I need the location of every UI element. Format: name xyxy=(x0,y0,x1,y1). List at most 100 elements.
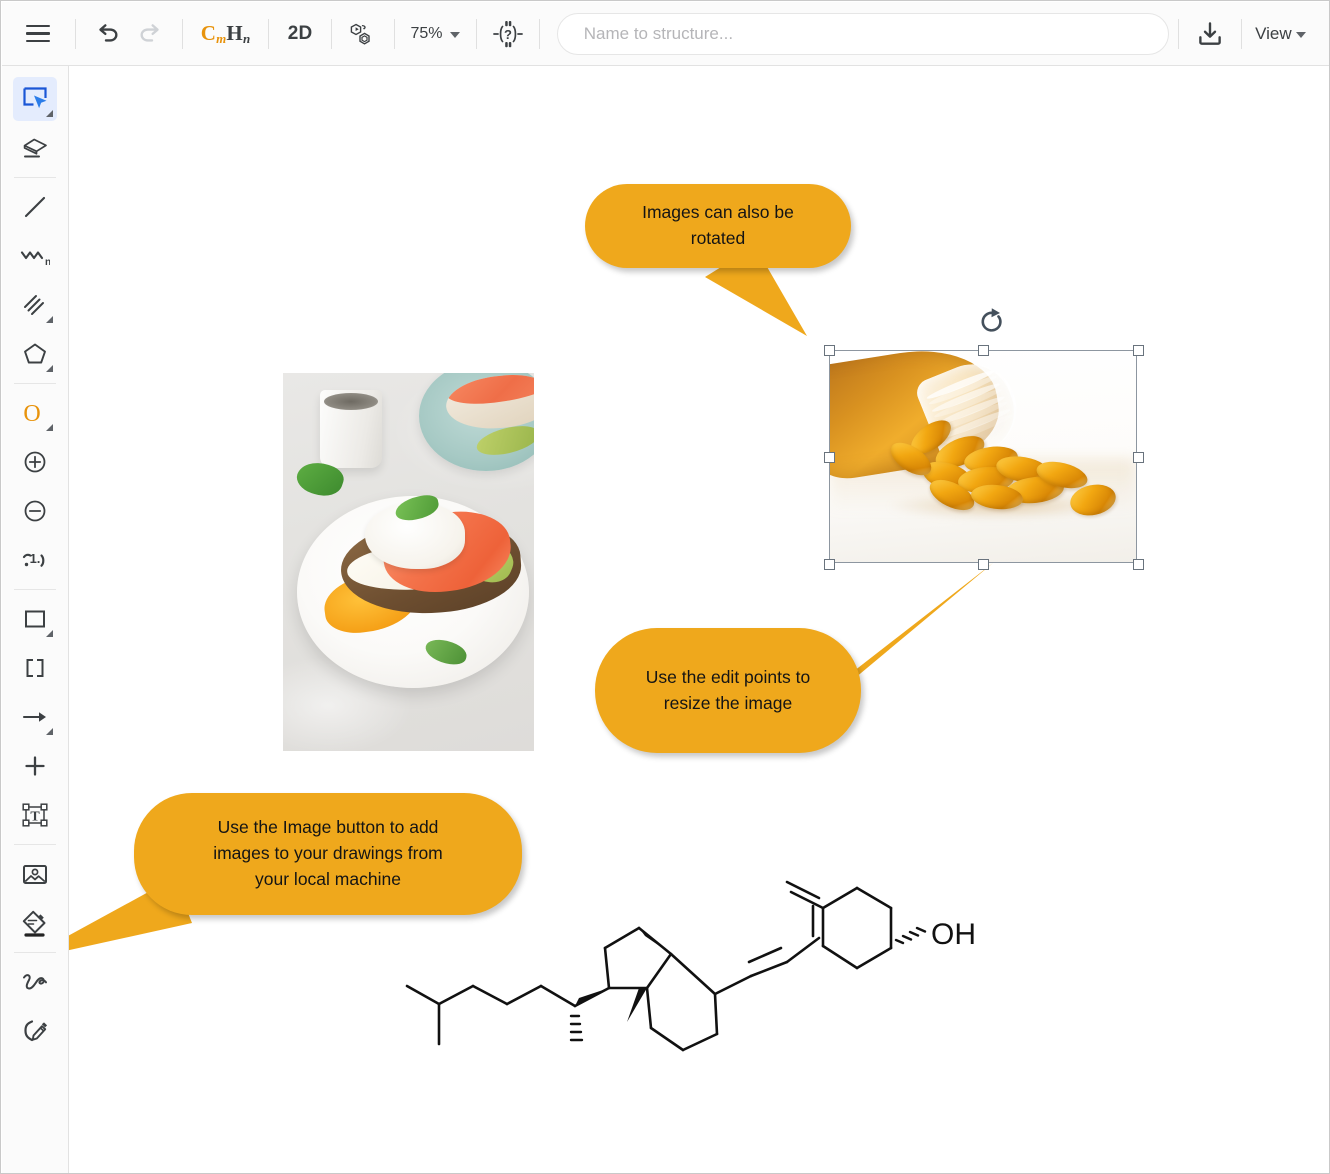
sidebar-divider xyxy=(14,952,56,953)
ceramic-cup xyxy=(320,390,382,468)
toolbar-divider xyxy=(1240,18,1242,49)
two-d-label: 2D xyxy=(287,22,313,44)
molecule-hashed-bonds xyxy=(569,926,927,1042)
toolbar-divider xyxy=(394,18,396,49)
callout-image-button-bubble: Use the Image button to add images to yo… xyxy=(134,793,522,915)
query-atom-button[interactable]: ? xyxy=(486,12,530,56)
sidebar-divider xyxy=(14,589,56,590)
chevron-down-icon xyxy=(450,31,461,38)
sidebar-item-rectangle-tool[interactable] xyxy=(13,597,57,641)
query-atom-icon: ? xyxy=(492,20,523,47)
tool-options-corner-icon xyxy=(46,316,53,323)
sidebar-item-ring-tool[interactable] xyxy=(13,332,57,376)
name-to-structure-input[interactable] xyxy=(556,12,1169,55)
download-button[interactable] xyxy=(1188,12,1232,56)
two-d-button[interactable]: 2D xyxy=(278,12,322,56)
image-picture-icon xyxy=(23,865,47,884)
pen-edit-icon xyxy=(24,1020,48,1042)
tool-options-corner-icon xyxy=(46,728,53,735)
app-window: CmHn 2D 75% ? Name to structure... View … xyxy=(0,0,1330,1174)
tool-options-corner-icon xyxy=(46,424,53,431)
formula-button[interactable]: CmHn xyxy=(192,12,259,56)
toolbar-divider xyxy=(182,18,183,49)
undo-button[interactable] xyxy=(85,12,129,56)
sidebar-item-eraser-tool[interactable] xyxy=(13,126,57,170)
resize-handle-middle-right[interactable] xyxy=(1133,452,1144,463)
hydroxyl-label: OH xyxy=(931,918,976,951)
callout-image-button-text: Use the Image button to add images to yo… xyxy=(213,817,443,889)
toolbar-divider xyxy=(538,18,540,49)
tool-options-corner-icon xyxy=(46,110,53,117)
brackets-icon xyxy=(26,659,44,677)
svg-text:1.: 1. xyxy=(30,551,41,566)
text-box-t-icon: T xyxy=(22,803,48,827)
eraser-icon xyxy=(23,138,47,158)
callout-resize-text: Use the edit points to resize the image xyxy=(645,666,811,713)
paint-bucket-icon xyxy=(22,910,46,937)
select-rectangle-cursor-icon xyxy=(23,87,47,109)
svg-text:n: n xyxy=(45,257,50,268)
sidebar-item-pen-tool[interactable] xyxy=(13,1009,57,1053)
resize-handle-top-left[interactable] xyxy=(824,345,835,356)
minus-circle-icon xyxy=(24,500,46,522)
sidebar-item-multi-bond-tool[interactable] xyxy=(13,283,57,327)
resize-handle-middle-left[interactable] xyxy=(824,452,835,463)
oxygen-atom-o-icon: O xyxy=(23,401,40,427)
sidebar-item-text-tool[interactable]: T xyxy=(13,793,57,837)
sidebar-divider xyxy=(14,383,56,384)
sidebar-item-shape-fill-tool[interactable] xyxy=(13,901,57,945)
redo-arrow-icon xyxy=(140,23,159,42)
sidebar-item-image-tool[interactable] xyxy=(13,852,57,896)
sidebar-item-select-tool[interactable] xyxy=(13,77,57,121)
sidebar-item-atom-number-tool[interactable]: 1. xyxy=(13,538,57,582)
rotate-handle[interactable] xyxy=(975,305,1009,339)
tool-options-corner-icon xyxy=(46,365,53,372)
resize-handle-top-center[interactable] xyxy=(978,345,989,356)
sidebar-divider xyxy=(14,844,56,845)
sidebar-item-freehand-tool[interactable] xyxy=(13,960,57,1004)
view-menu-button[interactable]: View xyxy=(1251,12,1312,56)
redo-button[interactable] xyxy=(129,12,173,56)
image-selection-frame[interactable] xyxy=(824,345,1144,570)
zoom-level-button[interactable]: 75% xyxy=(404,12,467,56)
atom-numbering-icon: 1. xyxy=(22,551,45,567)
squiggle-freehand-icon xyxy=(23,974,47,990)
callout-rotate-text: Images can also be rotated xyxy=(642,202,794,248)
resize-handle-bottom-left[interactable] xyxy=(824,559,835,570)
svg-text:?: ? xyxy=(504,27,512,42)
resize-handle-bottom-right[interactable] xyxy=(1133,559,1144,570)
sidebar-item-arrow-tool[interactable] xyxy=(13,695,57,739)
structure-cleanup-icon xyxy=(350,23,370,45)
hamburger-menu-icon xyxy=(26,24,50,43)
top-toolbar: CmHn 2D 75% ? Name to structure... View xyxy=(2,2,1329,66)
menu-button[interactable] xyxy=(16,12,60,56)
formula-label: CmHn xyxy=(200,20,251,46)
plus-sign-icon xyxy=(25,756,45,776)
single-bond-line-icon xyxy=(24,196,46,218)
sidebar-item-atom-oxygen-tool[interactable]: O xyxy=(13,391,57,435)
rectangle-shape-icon xyxy=(25,610,45,628)
tool-options-corner-icon xyxy=(46,630,53,637)
svg-text:T: T xyxy=(30,810,40,825)
drawing-canvas[interactable]: Images can also be rotated Use the edit … xyxy=(69,66,1329,1173)
sidebar-item-charge-minus-tool[interactable] xyxy=(13,489,57,533)
sidebar-divider xyxy=(14,177,56,178)
resize-handle-top-right[interactable] xyxy=(1133,345,1144,356)
cleanup-structure-button[interactable] xyxy=(341,12,385,56)
callout-resize[interactable]: Use the edit points to resize the image xyxy=(595,563,995,833)
breakfast-photo[interactable] xyxy=(283,373,534,751)
zigzag-chain-n-icon: n xyxy=(20,251,50,268)
toolbar-divider xyxy=(268,18,270,49)
callout-resize-bubble: Use the edit points to resize the image xyxy=(595,628,861,753)
toolbar-divider xyxy=(331,18,333,49)
left-tool-sidebar: n O xyxy=(2,66,69,1173)
svg-text:O: O xyxy=(23,401,40,427)
sidebar-item-plus-tool[interactable] xyxy=(13,744,57,788)
resize-handle-bottom-center[interactable] xyxy=(978,559,989,570)
sidebar-item-charge-plus-tool[interactable] xyxy=(13,440,57,484)
sidebar-item-brackets-tool[interactable] xyxy=(13,646,57,690)
sidebar-item-chain-tool[interactable]: n xyxy=(13,234,57,278)
view-menu-label: View xyxy=(1255,23,1292,43)
sidebar-item-single-bond-tool[interactable] xyxy=(13,185,57,229)
download-icon xyxy=(1198,21,1221,45)
